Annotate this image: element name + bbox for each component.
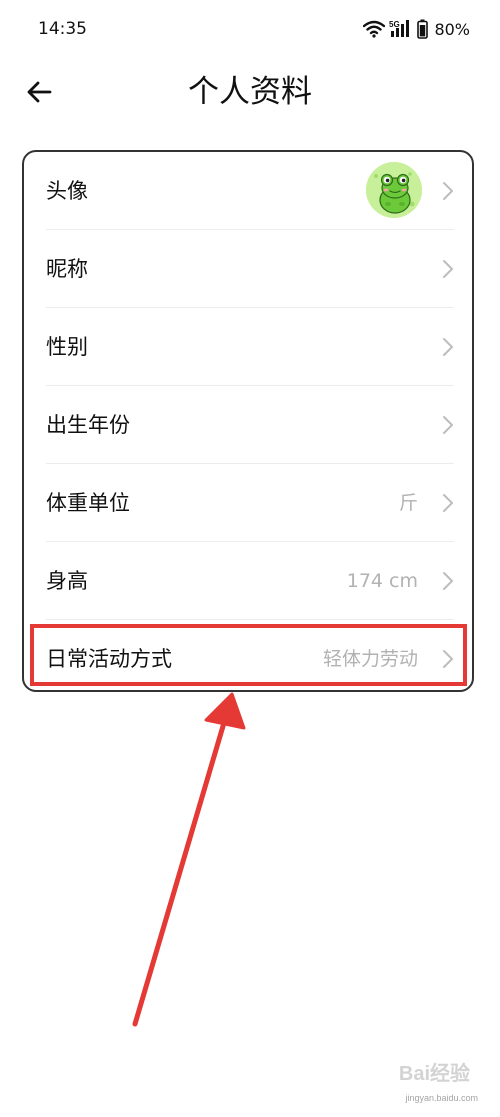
row-label: 头像 xyxy=(46,179,88,203)
cellular-signal-icon: 5G xyxy=(389,20,410,37)
header: 个人资料 xyxy=(0,62,500,122)
profile-row-weight-unit[interactable]: 体重单位 斤 xyxy=(24,464,472,542)
frog-avatar-icon xyxy=(366,162,422,218)
row-label: 出生年份 xyxy=(46,413,130,437)
row-value: 轻体力劳动 xyxy=(322,648,418,670)
profile-row-birth-year[interactable]: 出生年份 xyxy=(24,386,472,464)
row-label: 昵称 xyxy=(46,257,88,281)
row-value: 斤 xyxy=(398,492,418,514)
chevron-right-icon xyxy=(443,572,453,590)
status-time: 14:35 xyxy=(38,19,87,39)
avatar xyxy=(366,162,422,218)
row-label: 身高 xyxy=(46,569,88,593)
watermark-url: jingyan.baidu.com xyxy=(405,1093,478,1103)
status-bar: 14:35 5G 80% xyxy=(0,0,500,56)
profile-row-avatar[interactable]: 头像 xyxy=(24,152,472,230)
network-type-label: 5G xyxy=(389,20,400,29)
chevron-right-icon xyxy=(443,260,453,278)
row-label: 体重单位 xyxy=(46,491,130,515)
page-title: 个人资料 xyxy=(188,74,312,110)
watermark: Bai经验 jingyan.baidu.com xyxy=(338,1057,478,1103)
chevron-right-icon xyxy=(443,494,453,512)
watermark-brand: Bai经验 xyxy=(398,1063,470,1085)
chevron-right-icon xyxy=(443,416,453,434)
row-label: 性别 xyxy=(46,335,88,359)
profile-row-gender[interactable]: 性别 xyxy=(24,308,472,386)
chevron-right-icon xyxy=(443,182,453,200)
battery-percentage: 80% xyxy=(434,19,470,39)
chevron-right-icon xyxy=(443,650,453,668)
row-label: 日常活动方式 xyxy=(46,647,172,671)
status-icons: 5G 80% xyxy=(363,16,470,42)
profile-row-activity-level[interactable]: 日常活动方式 轻体力劳动 xyxy=(24,620,472,698)
profile-row-nickname[interactable]: 昵称 xyxy=(24,230,472,308)
wifi-icon xyxy=(363,20,386,38)
battery-icon xyxy=(417,19,429,39)
profile-row-height[interactable]: 身高 174 cm xyxy=(24,542,472,620)
profile-card: 头像 昵称 性别 出生年份 体重单位 斤 身高 174 cm 日常活动方式 轻体… xyxy=(22,150,474,692)
row-value: 174 cm xyxy=(346,570,418,592)
chevron-right-icon xyxy=(443,338,453,356)
